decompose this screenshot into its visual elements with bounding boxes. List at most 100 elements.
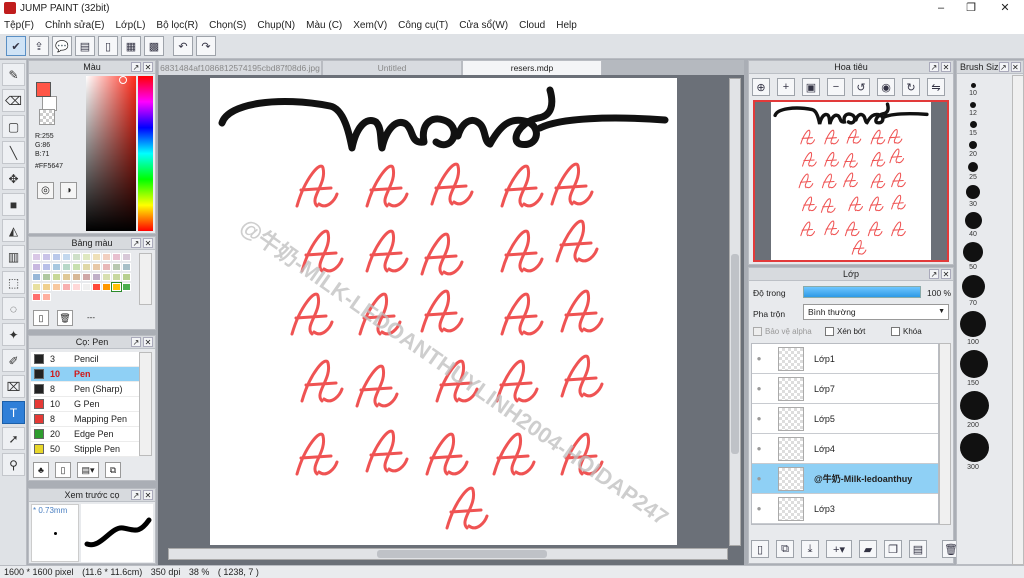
palette-swatches[interactable] [32, 253, 136, 305]
palette-swatch[interactable] [122, 273, 131, 281]
brush-size-option[interactable]: 12 [960, 102, 986, 117]
redo-icon[interactable]: ↷ [196, 36, 216, 56]
speech-icon[interactable]: 💬 [52, 36, 72, 56]
brush-item[interactable]: 8 Pen (Sharp) [31, 382, 139, 397]
palette-swatch[interactable] [112, 263, 121, 271]
layer-row[interactable]: ● @牛奶-Milk-ledoanthuy [752, 464, 938, 494]
brush-copy-icon[interactable]: ⧉ [105, 462, 121, 478]
palette-swatch[interactable] [102, 273, 111, 281]
zoom-out-icon[interactable]: − [827, 78, 845, 96]
text-tool-icon[interactable]: T [2, 401, 25, 424]
brush-size-option[interactable]: 20 [960, 141, 986, 158]
layer-visibility-icon[interactable]: ● [752, 414, 766, 423]
menu-color[interactable]: Màu (C) [306, 20, 342, 31]
fg-color-swatch[interactable] [36, 82, 51, 97]
brush-item[interactable]: 8 Mapping Pen [31, 412, 139, 427]
brush-size-option[interactable]: 70 [960, 275, 986, 307]
brush-menu-icon[interactable]: ▤▾ [77, 462, 99, 478]
brush-item[interactable]: 10 G Pen [31, 397, 139, 412]
copy-layer-icon[interactable]: ⧉ [776, 540, 794, 558]
panel-float-icon[interactable]: ↗ [131, 490, 141, 500]
layer-visibility-icon[interactable]: ● [752, 504, 766, 513]
select-rect-icon[interactable]: ⬚ [2, 271, 25, 294]
panel-float-icon[interactable]: ↗ [999, 62, 1009, 72]
add-layer-menu-icon[interactable]: +▾ [826, 540, 852, 558]
merge-layer-icon[interactable]: ⤓ [801, 540, 819, 558]
menu-layer[interactable]: Lớp(L) [116, 20, 146, 31]
minimize-button[interactable]: – [926, 0, 956, 16]
gradient-tool-icon[interactable]: ▥ [2, 245, 25, 268]
panel-close-icon[interactable]: ✕ [143, 62, 153, 72]
bucket-tool-icon[interactable]: ◭ [2, 219, 25, 242]
layer-visibility-icon[interactable]: ● [752, 474, 766, 483]
flip-icon[interactable]: ⇋ [927, 78, 945, 96]
palette-swatch[interactable] [42, 263, 51, 271]
palette-swatch[interactable] [72, 283, 81, 291]
page-icon[interactable]: ▯ [98, 36, 118, 56]
palette-icon[interactable]: ◑ [60, 182, 77, 199]
palette-swatch[interactable] [92, 253, 101, 261]
operation-tool-icon[interactable]: ➚ [2, 427, 25, 450]
palette-swatch[interactable] [62, 263, 71, 271]
menu-tools[interactable]: Công cụ(T) [398, 20, 448, 31]
export-icon[interactable]: ⇪ [29, 36, 49, 56]
palette-swatch[interactable] [32, 263, 41, 271]
rotate-reset-icon[interactable]: ◉ [877, 78, 895, 96]
vscroll-thumb[interactable] [731, 254, 739, 454]
brush-tool-icon[interactable]: ✎ [2, 63, 25, 86]
layer-visibility-icon[interactable]: ● [752, 354, 766, 363]
canvas-hscrollbar[interactable] [168, 548, 728, 560]
grid-icon[interactable]: ▩ [144, 36, 164, 56]
layer-row[interactable]: ● Lớp3 [752, 494, 938, 524]
palette-swatch[interactable] [42, 293, 51, 301]
delete-palette-icon[interactable]: 🗑 [57, 310, 73, 326]
panel-close-icon[interactable]: ✕ [1011, 62, 1021, 72]
palette-swatch[interactable] [112, 253, 121, 261]
clip-option[interactable]: Xén bớt [825, 327, 865, 336]
palette-swatch[interactable] [42, 253, 51, 261]
saturation-value-square[interactable] [86, 76, 136, 231]
zoom-100-icon[interactable]: ▣ [802, 78, 820, 96]
menu-filter[interactable]: Bộ lọc(R) [156, 20, 198, 31]
close-button[interactable]: ✕ [990, 0, 1020, 16]
palette-swatch[interactable] [32, 283, 41, 291]
panel-float-icon[interactable]: ↗ [929, 62, 939, 72]
tab-resers[interactable]: resers.mdp [462, 60, 602, 75]
palette-swatch[interactable] [92, 273, 101, 281]
panel-float-icon[interactable]: ↗ [131, 238, 141, 248]
brush-size-option[interactable]: 10 [960, 83, 986, 97]
layer-row[interactable]: ● Lớp5 [752, 404, 938, 434]
brush-item[interactable]: 3 Pencil [31, 352, 139, 367]
brush-size-option[interactable]: 40 [960, 212, 986, 238]
brush-size-option[interactable]: 300 [960, 433, 989, 471]
hue-slider[interactable] [138, 76, 153, 231]
palette-swatch[interactable] [92, 263, 101, 271]
drawing-canvas[interactable]: @牛奶-MILK-LEDOANTHUYLINH2004-HOIDAP247 [210, 78, 677, 545]
palette-swatch[interactable] [82, 263, 91, 271]
palette-swatch[interactable] [52, 283, 61, 291]
blend-mode-select[interactable]: Bình thường ▼ [803, 304, 949, 320]
canvas-vscrollbar[interactable] [729, 78, 741, 546]
palette-swatch[interactable] [122, 263, 131, 271]
brush-item[interactable]: 50 Stipple Pen [31, 442, 139, 457]
palette-swatch[interactable] [102, 263, 111, 271]
alpha-protect-option[interactable]: Bảo vệ alpha [753, 327, 812, 336]
alpha-protect-checkbox[interactable] [753, 327, 762, 336]
palette-swatch[interactable] [72, 263, 81, 271]
new-layer-icon[interactable]: ▯ [751, 540, 769, 558]
transparent-swatch[interactable] [39, 109, 55, 125]
select-pen-icon[interactable]: ✐ [2, 349, 25, 372]
palette-swatch[interactable] [42, 283, 51, 291]
doc-icon[interactable]: ▦ [121, 36, 141, 56]
panel-close-icon[interactable]: ✕ [143, 238, 153, 248]
palette-swatch[interactable] [122, 253, 131, 261]
magic-wand-icon[interactable]: ✦ [2, 323, 25, 346]
panel-close-icon[interactable]: ✕ [143, 337, 153, 347]
palette-swatch[interactable] [32, 293, 41, 301]
move-tool-icon[interactable]: ✥ [2, 167, 25, 190]
palette-swatch[interactable] [122, 283, 131, 291]
brush-size-option[interactable]: 150 [960, 350, 988, 387]
brush-item[interactable]: 10 Pen [31, 367, 139, 382]
rect-tool-icon[interactable]: ▢ [2, 115, 25, 138]
panel-close-icon[interactable]: ✕ [941, 269, 951, 279]
